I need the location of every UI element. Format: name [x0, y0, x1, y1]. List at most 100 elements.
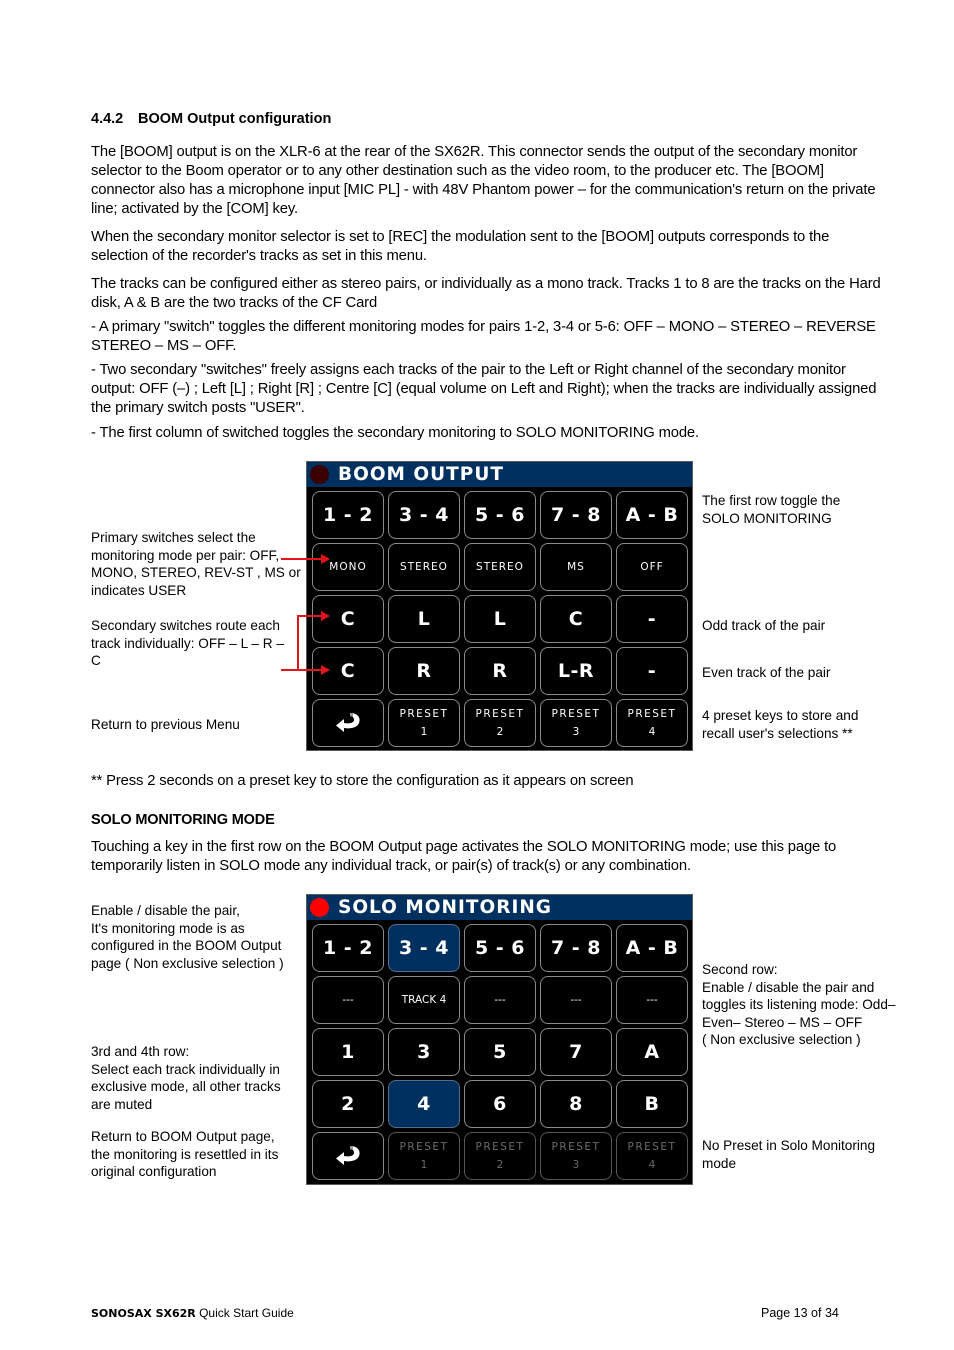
- solo-pair-key-3-4[interactable]: 3 - 4: [388, 924, 460, 972]
- solo-pair-key-7-8[interactable]: 7 - 8: [540, 924, 612, 972]
- solo-track-5[interactable]: 5: [464, 1028, 536, 1076]
- preset-label: PRESET: [627, 708, 677, 720]
- preset-label: PRESET: [551, 708, 601, 720]
- note-secondary-switches: Secondary switches route each track indi…: [91, 618, 284, 668]
- note-first-row: The first row toggle the SOLO MONITORING: [702, 493, 841, 526]
- preset-key-2[interactable]: PRESET 2: [464, 699, 536, 747]
- note-second-row-text: Enable / disable the pair and toggles it…: [702, 979, 896, 1030]
- solo-track-8[interactable]: 8: [540, 1080, 612, 1128]
- note-rows-3-4: 3rd and 4th row: Select each track indiv…: [91, 1043, 301, 1113]
- section-number: 4.4.2: [91, 111, 124, 127]
- note-enable-pair: Enable / disable the pair, It's monitori…: [91, 903, 284, 971]
- primary-switch-1-2[interactable]: MONO: [312, 543, 384, 591]
- note-rows-3-4-title: 3rd and 4th row:: [91, 1044, 190, 1059]
- odd-track-switch-5[interactable]: L: [464, 595, 536, 643]
- listen-mode-5-6[interactable]: ---: [464, 976, 536, 1024]
- primary-switch-5-6[interactable]: STEREO: [464, 543, 536, 591]
- preset-key-4[interactable]: PRESET 4: [616, 699, 688, 747]
- solo-track-6[interactable]: 6: [464, 1080, 536, 1128]
- preset-label: PRESET: [627, 1141, 677, 1153]
- odd-track-switch-7[interactable]: C: [540, 595, 612, 643]
- paragraph-rec-mode: When the secondary monitor selector is s…: [91, 229, 830, 264]
- preset-key-1[interactable]: PRESET 1: [388, 699, 460, 747]
- solo-pair-key-1-2[interactable]: 1 - 2: [312, 924, 384, 972]
- return-button[interactable]: [312, 699, 384, 747]
- primary-switch-3-4[interactable]: STEREO: [388, 543, 460, 591]
- solo-preset-key-1: PRESET 1: [388, 1132, 460, 1180]
- odd-track-switch-a[interactable]: -: [616, 595, 688, 643]
- return-arrow-icon: [336, 1146, 360, 1165]
- listen-mode-1-2[interactable]: ---: [312, 976, 384, 1024]
- preset-number: 1: [420, 1159, 428, 1171]
- even-track-switch-b[interactable]: -: [616, 647, 688, 695]
- solo-preset-key-3: PRESET 3: [540, 1132, 612, 1180]
- solo-preset-key-4: PRESET 4: [616, 1132, 688, 1180]
- preset-number: 4: [648, 1159, 656, 1171]
- boom-output-keypad: 1 - 2 3 - 4 5 - 6 7 - 8 A - B MONO STERE…: [307, 487, 692, 750]
- listen-mode-7-8[interactable]: ---: [540, 976, 612, 1024]
- footer-doc-title: SONOSAX SX62R Quick Start Guide: [91, 1306, 294, 1320]
- solo-track-4[interactable]: 4: [388, 1080, 460, 1128]
- solo-track-3[interactable]: 3: [388, 1028, 460, 1076]
- status-led-icon: [310, 465, 329, 484]
- solo-track-7[interactable]: 7: [540, 1028, 612, 1076]
- status-led-icon: [310, 898, 329, 917]
- listen-mode-3-4[interactable]: TRACK 4: [388, 976, 460, 1024]
- listen-mode-a-b[interactable]: ---: [616, 976, 688, 1024]
- even-track-switch-6[interactable]: R: [464, 647, 536, 695]
- solo-section-paragraph: Touching a key in the first row on the B…: [91, 839, 837, 874]
- preset-label: PRESET: [399, 708, 449, 720]
- preset-label: PRESET: [475, 708, 525, 720]
- solo-track-a[interactable]: A: [616, 1028, 688, 1076]
- paragraph-tracks: The tracks can be configured either as s…: [91, 276, 881, 311]
- footer-brand: SONOSAX SX62R: [91, 1307, 196, 1320]
- boom-output-screen: BOOM OUTPUT 1 - 2 3 - 4 5 - 6 7 - 8 A - …: [306, 461, 693, 751]
- preset-number: 3: [572, 1159, 580, 1171]
- preset-number: 1: [420, 726, 428, 738]
- solo-track-1[interactable]: 1: [312, 1028, 384, 1076]
- solo-track-2[interactable]: 2: [312, 1080, 384, 1128]
- solo-monitoring-screen: SOLO MONITORING 1 - 2 3 - 4 5 - 6 7 - 8 …: [306, 894, 693, 1185]
- note-odd-track: Odd track of the pair: [702, 618, 826, 633]
- solo-monitoring-header: SOLO MONITORING: [307, 895, 692, 920]
- footer-doc-name: Quick Start Guide: [195, 1306, 294, 1320]
- note-primary-switches: Primary switches select the monitoring m…: [91, 530, 301, 598]
- note-even-track: Even track of the pair: [702, 665, 831, 680]
- footnote-preset: ** Press 2 seconds on a preset key to st…: [91, 773, 634, 789]
- boom-output-header: BOOM OUTPUT: [307, 462, 692, 487]
- paragraph-primary-switch: - A primary "switch" toggles the differe…: [91, 319, 876, 354]
- paragraph-boom-output: The [BOOM] output is on the XLR-6 at the…: [91, 144, 876, 217]
- primary-switch-7-8[interactable]: MS: [540, 543, 612, 591]
- even-track-switch-8[interactable]: L-R: [540, 647, 612, 695]
- return-arrow-icon: [336, 713, 360, 732]
- note-return-menu: Return to previous Menu: [91, 717, 240, 732]
- section-heading: 4.4.2 BOOM Output configuration: [91, 111, 331, 127]
- primary-switch-a-b[interactable]: OFF: [616, 543, 688, 591]
- pair-key-3-4[interactable]: 3 - 4: [388, 491, 460, 539]
- pair-key-1-2[interactable]: 1 - 2: [312, 491, 384, 539]
- solo-pair-key-5-6[interactable]: 5 - 6: [464, 924, 536, 972]
- solo-track-b[interactable]: B: [616, 1080, 688, 1128]
- pair-key-5-6[interactable]: 5 - 6: [464, 491, 536, 539]
- pair-key-7-8[interactable]: 7 - 8: [540, 491, 612, 539]
- footer-page-number: Page 13 of 34: [761, 1306, 839, 1320]
- preset-label: PRESET: [551, 1141, 601, 1153]
- note-rows-3-4-text: Select each track individually in exclus…: [91, 1061, 281, 1112]
- even-track-switch-4[interactable]: R: [388, 647, 460, 695]
- note-second-row-title: Second row:: [702, 962, 778, 977]
- note-return-boom: Return to BOOM Output page, the monitori…: [91, 1129, 279, 1179]
- preset-number: 2: [496, 1159, 504, 1171]
- preset-number: 2: [496, 726, 504, 738]
- solo-pair-key-a-b[interactable]: A - B: [616, 924, 688, 972]
- note-second-row: Second row: Enable / disable the pair an…: [702, 961, 897, 1049]
- boom-output-title: BOOM OUTPUT: [338, 464, 504, 485]
- odd-track-switch-3[interactable]: L: [388, 595, 460, 643]
- preset-label: PRESET: [475, 1141, 525, 1153]
- solo-monitoring-keypad: 1 - 2 3 - 4 5 - 6 7 - 8 A - B --- TRACK …: [307, 920, 692, 1183]
- section-title: BOOM Output configuration: [138, 111, 332, 127]
- pair-key-a-b[interactable]: A - B: [616, 491, 688, 539]
- preset-key-3[interactable]: PRESET 3: [540, 699, 612, 747]
- solo-return-button[interactable]: [312, 1132, 384, 1180]
- preset-label: PRESET: [399, 1141, 449, 1153]
- solo-monitoring-title: SOLO MONITORING: [338, 897, 552, 918]
